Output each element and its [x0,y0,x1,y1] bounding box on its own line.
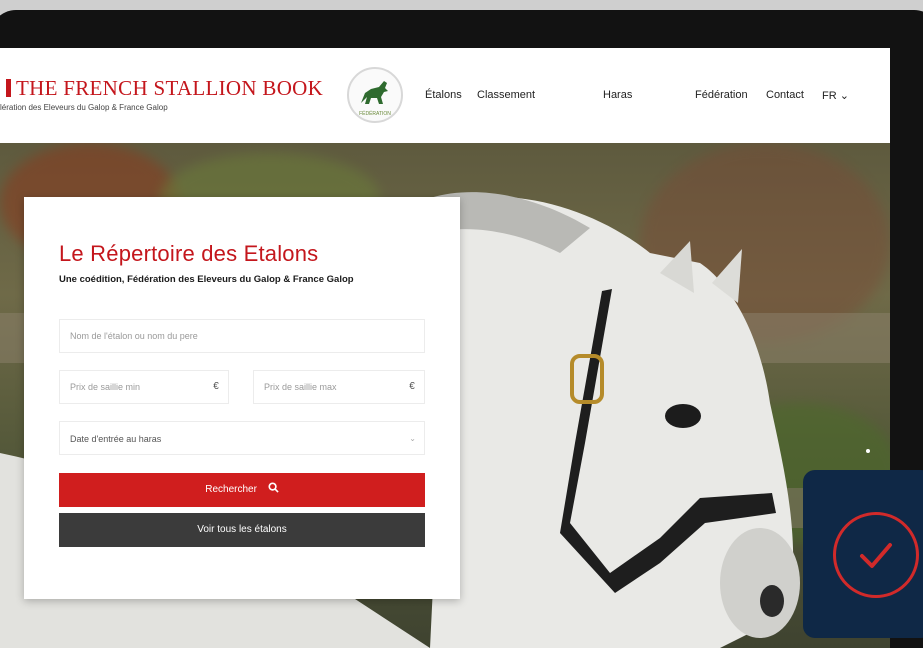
stud-date-placeholder: Date d'entrée au haras [70,434,162,444]
check-badge [803,470,923,638]
check-circle-icon [833,512,919,598]
euro-symbol: € [409,381,415,392]
search-button[interactable]: Rechercher [59,473,425,507]
view-all-stallions-button[interactable]: Voir tous les étalons [59,513,425,547]
nav-federation[interactable]: Fédération [695,89,748,101]
brand-subtitle: lération des Eleveurs du Galop & France … [0,103,168,112]
horse-logo-icon [361,81,388,104]
stallion-name-input[interactable] [60,320,424,352]
brand[interactable]: THE FRENCH STALLION BOOK lération des El… [0,76,323,112]
price-min-field[interactable]: € [59,370,229,404]
price-max-input[interactable] [254,371,424,403]
nav-contact[interactable]: Contact [766,89,804,101]
nav-classement[interactable]: Classement [477,89,535,101]
chevron-down-icon: ⌄ [409,434,416,443]
logo-caption: FÉDÉRATION [359,111,391,117]
stud-date-select[interactable]: Date d'entrée au haras ⌄ [59,421,425,455]
nav-etalons[interactable]: Étalons [425,89,462,101]
site-header: THE FRENCH STALLION BOOK lération des El… [0,48,890,143]
search-subtitle: Une coédition, Fédération des Eleveurs d… [59,274,354,285]
federation-logo[interactable]: FÉDÉRATION [347,67,403,123]
euro-symbol: € [213,381,219,392]
search-title: Le Répertoire des Etalons [59,241,319,266]
nav-haras[interactable]: Haras [603,89,632,101]
search-card: Le Répertoire des Etalons Une coédition,… [24,197,460,599]
brand-title: THE FRENCH STALLION BOOK [6,76,323,101]
language-selector[interactable]: FR ⌄ [822,89,849,102]
stallion-name-field[interactable] [59,319,425,353]
price-max-field[interactable]: € [253,370,425,404]
carousel-dot[interactable] [866,449,870,453]
search-button-label: Rechercher [205,484,257,495]
search-icon [268,482,279,493]
price-min-input[interactable] [60,371,228,403]
